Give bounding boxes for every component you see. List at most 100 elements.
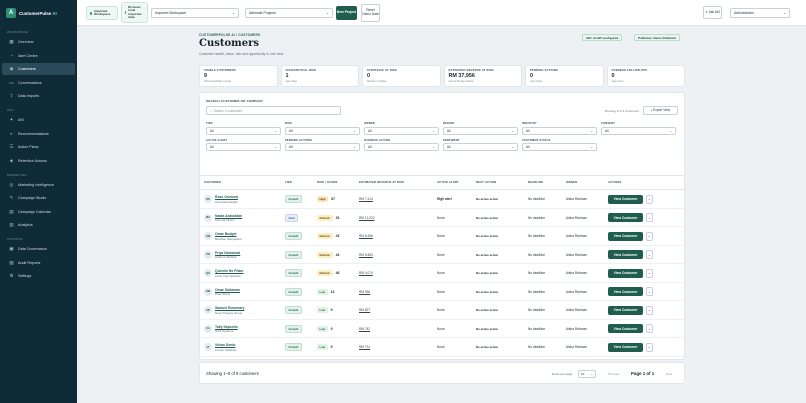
workspace-select[interactable]: Imported Workspace ⌄ — [151, 8, 239, 18]
owner-cell: Aisha Rahman — [566, 326, 587, 331]
customer-name-link[interactable]: Samuel Rosemary — [215, 306, 244, 310]
customer-name-block: Quentin Ho Pham Lotus Care Network — [215, 269, 243, 278]
view-customer-button[interactable]: View Customer — [608, 231, 643, 241]
next-action-cell: No active action — [476, 215, 499, 220]
risk-badge: Low — [317, 344, 328, 351]
next-action-cell: No active action — [476, 289, 499, 294]
filter-select-consent[interactable]: All ⌄ — [601, 126, 676, 135]
more-actions-chevron-icon[interactable]: ⌄ — [646, 231, 653, 241]
filter-select-region[interactable]: All ⌄ — [443, 126, 518, 135]
customer-name-link[interactable]: Omar Sultaman — [215, 288, 240, 292]
calendar-icon: ▤ — [9, 208, 14, 214]
next-page-button[interactable]: Next — [666, 372, 672, 376]
more-actions-chevron-icon[interactable]: ⌄ — [646, 268, 653, 278]
revenue-link[interactable]: RM 6,583 — [359, 253, 373, 257]
revenue-link[interactable]: RM 926 — [359, 290, 370, 294]
more-actions-chevron-icon[interactable]: ⌄ — [646, 305, 653, 315]
sidebar-item-data-imports[interactable]: ⇪ Data Imports — [2, 90, 75, 102]
filter-select-risk[interactable]: All ⌄ — [285, 126, 360, 135]
filter-select-industry[interactable]: All ⌄ — [522, 126, 597, 135]
export-view-button[interactable]: ⤓ Export View — [643, 106, 678, 115]
revenue-link[interactable]: RM 6,456 — [359, 234, 373, 238]
sidebar-item-audit-reports[interactable]: ▧ Audit Reports — [2, 257, 75, 269]
rows-per-page-select[interactable]: 10 ⌄ — [578, 369, 596, 378]
sidebar-item-overview[interactable]: ▦ Overview — [2, 36, 75, 48]
kpi-card: ESTIMATED REVENUE AT RISK RM 37,956 Across… — [443, 65, 522, 87]
avatar: OW — [204, 232, 212, 241]
view-customer-button[interactable]: View Customer — [608, 324, 643, 334]
revenue-link[interactable]: RM 7,414 — [359, 197, 373, 201]
revenue-link[interactable]: RM 12,222 — [359, 216, 375, 220]
new-project-button[interactable]: New Project — [336, 6, 357, 20]
filter-select-owner[interactable]: All ⌄ — [364, 126, 439, 135]
tier-cell: Growth — [285, 246, 302, 265]
avatar: CA — [204, 324, 212, 333]
sidebar-item-action-plans[interactable]: ☰ Action Plans — [2, 141, 75, 153]
customer-name-link[interactable]: Quentin Ho Pham — [215, 269, 243, 273]
search-input[interactable]: ⌕ Search 9 customers — [206, 106, 341, 115]
brand[interactable]: A CustomerPulse AI — [0, 0, 77, 24]
view-customer-button[interactable]: View Customer — [608, 287, 643, 297]
view-customer-button[interactable]: View Customer — [608, 268, 643, 278]
sidebar-item-recommendations[interactable]: ◐ Recommendations — [2, 128, 75, 140]
kpi-card: PENDING ACTIONS 0 open items — [525, 65, 604, 87]
ask-aki-button[interactable]: ✦ Ask AKI — [703, 6, 722, 19]
sidebar-item-settings[interactable]: ⚙ Settings — [2, 270, 75, 282]
filter-value: All — [368, 145, 372, 149]
filter-select-overdue-action[interactable]: All ⌄ — [364, 143, 439, 151]
sidebar-item-marketing-intelligence[interactable]: ◎ Marketing Intelligence — [2, 179, 75, 191]
chevron-down-icon: ⌄ — [783, 11, 786, 15]
view-customer-button[interactable]: View Customer — [608, 250, 643, 260]
sidebar-item-data-governance[interactable]: ▣ Data Governance — [2, 243, 75, 255]
sidebar-item-analytics[interactable]: ▥ Analytics — [2, 219, 75, 231]
project-select[interactable]: Alternate Projects ⌄ — [245, 8, 333, 18]
customer-name-link[interactable]: Ross Osmond — [215, 195, 238, 199]
more-actions-chevron-icon[interactable]: ⌄ — [646, 194, 653, 204]
customer-company: Summa Clinics — [215, 218, 235, 222]
role-select[interactable]: Administrator ⌄ — [730, 8, 790, 18]
col-customer: CUSTOMER — [204, 181, 221, 184]
filter-select-customer-status[interactable]: All ⌄ — [522, 143, 597, 151]
filter-select-pending-actions[interactable]: All ⌄ — [285, 143, 360, 151]
sidebar-item-campaign-calendar[interactable]: ▤ Campaign Calendar — [2, 206, 75, 218]
more-actions-chevron-icon[interactable]: ⌄ — [646, 250, 653, 260]
sidebar-item-alert-centre[interactable]: ◔ Alert Centre — [2, 50, 75, 62]
more-actions-chevron-icon[interactable]: ⌄ — [646, 342, 653, 352]
customer-name-link[interactable]: Tally Saponim — [215, 325, 238, 329]
actions-cell: View Customer ⌄ — [608, 209, 653, 228]
revenue-link[interactable]: RM 742 — [359, 327, 370, 331]
customer-name-link[interactable]: Vivian Donlo — [215, 343, 236, 347]
view-customer-button[interactable]: View Customer — [608, 213, 643, 223]
revenue-link[interactable]: RM 827 — [359, 308, 370, 312]
customer-name-link[interactable]: Nadia Azaluddan — [215, 214, 242, 218]
alert-cell: None — [437, 271, 445, 276]
more-actions-chevron-icon[interactable]: ⌄ — [646, 213, 653, 223]
revenue-link[interactable]: RM 4,074 — [359, 271, 373, 275]
sidebar-item-conversations[interactable]: ▭ Conversations — [2, 77, 75, 89]
customer-name-link[interactable]: Omar Budget — [215, 232, 242, 236]
sidebar-item-campaign-studio[interactable]: ✎ Campaign Studio — [2, 192, 75, 204]
customer-name-block: Omar Sultaman Pixel Works — [215, 288, 240, 297]
sidebar-item-retention-actions[interactable]: ◈ Retention Actions — [2, 155, 75, 167]
actions-cell: View Customer ⌄ — [608, 190, 653, 209]
alert-cell: None — [437, 326, 445, 331]
more-actions-chevron-icon[interactable]: ⌄ — [646, 324, 653, 334]
workspace-chip[interactable]: Imported Workspace — [86, 6, 118, 20]
kpi-value: 0 — [611, 73, 615, 79]
sidebar-item-aki[interactable]: ✦ AKI — [2, 114, 75, 126]
view-customer-button[interactable]: View Customer — [608, 194, 643, 204]
view-customer-button[interactable]: View Customer — [608, 342, 643, 352]
search-placeholder: Search 9 customers — [213, 108, 243, 113]
reset-demo-button[interactable]: Reset Demo Data — [361, 4, 380, 22]
view-customer-button[interactable]: View Customer — [608, 305, 643, 315]
revenue-link[interactable]: RM 731 — [359, 345, 370, 349]
customer-name-link[interactable]: Priya Nowstead — [215, 251, 240, 255]
filter-select-sentiment[interactable]: All ⌄ — [443, 143, 518, 151]
local-data-chip[interactable]: Browser-local imported data — [121, 2, 148, 23]
sidebar-item-customers[interactable]: ◉ Customers — [2, 63, 75, 75]
previous-page-button[interactable]: Previous — [608, 372, 620, 376]
more-actions-chevron-icon[interactable]: ⌄ — [646, 287, 653, 297]
page-subtitle: Customer health, value, risk and opportu… — [199, 52, 285, 56]
filter-select-active-alert[interactable]: All ⌄ — [206, 143, 281, 151]
filter-select-tier[interactable]: All ⌄ — [206, 126, 281, 135]
